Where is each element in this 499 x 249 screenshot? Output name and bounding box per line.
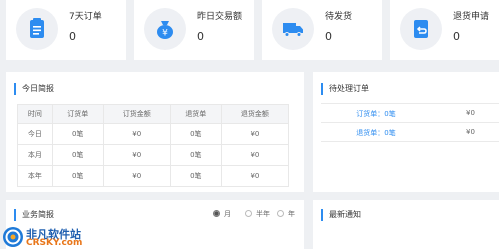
svg-text:¥: ¥ xyxy=(162,29,168,39)
table-cell: 本月 xyxy=(17,144,53,166)
table-cell: ¥0 xyxy=(220,123,290,145)
stat-label: 退货申请 xyxy=(453,12,490,22)
panel-title: 最新通知 xyxy=(321,209,361,221)
table-cell: 0笔 xyxy=(51,165,104,187)
table-row: 今日 0笔 ¥0 0笔 ¥0 xyxy=(17,123,290,145)
table-cell: 0笔 xyxy=(169,123,222,145)
pending-return-amount: ¥0 xyxy=(466,128,475,136)
radio-label: 月 xyxy=(224,210,231,218)
radio-unselected-icon xyxy=(245,210,252,217)
pending-order-link[interactable]: 订货单：0笔 xyxy=(321,109,431,119)
column-header: 订货金额 xyxy=(102,104,171,124)
radio-month[interactable]: 月 xyxy=(213,209,231,219)
stat-label: 7天订单 xyxy=(69,12,102,22)
crsky-logo-icon xyxy=(3,227,23,247)
table-cell: 0笔 xyxy=(51,123,104,145)
stat-value: 0 xyxy=(197,30,204,43)
table-row: 本年 0笔 ¥0 0笔 ¥0 xyxy=(17,165,290,187)
return-icon xyxy=(400,8,442,50)
radio-year[interactable]: 年 xyxy=(277,209,295,219)
stat-card-yesterday-sales[interactable]: ¥ 昨日交易额 0 xyxy=(134,0,254,60)
watermark-en: CRSKY.com xyxy=(26,238,83,248)
table-cell: 0笔 xyxy=(169,165,222,187)
stat-value: 0 xyxy=(69,30,76,43)
table-cell: 本年 xyxy=(17,165,53,187)
table-header-row: 时间 订货单 订货金额 退货单 退货金额 xyxy=(17,104,290,124)
table-row: 本月 0笔 ¥0 0笔 ¥0 xyxy=(17,144,290,166)
pending-row-returns[interactable]: 退货单：0笔 ¥0 xyxy=(321,122,499,142)
column-header: 退货单 xyxy=(169,104,222,124)
column-header: 订货单 xyxy=(51,104,104,124)
table-cell: ¥0 xyxy=(220,165,290,187)
stat-label: 昨日交易额 xyxy=(197,12,243,22)
pending-return-link[interactable]: 退货单：0笔 xyxy=(321,128,431,138)
stat-label: 待发货 xyxy=(325,12,353,22)
radio-label: 半年 xyxy=(256,210,270,218)
column-header: 时间 xyxy=(17,104,53,124)
stat-card-orders[interactable]: 7天订单 0 xyxy=(6,0,126,60)
today-report-table: 时间 订货单 订货金额 退货单 退货金额 今日 0笔 ¥0 0笔 ¥0 本月 0… xyxy=(17,104,290,187)
panel-title: 待处理订单 xyxy=(321,83,369,95)
table-cell: ¥0 xyxy=(220,144,290,166)
truck-icon xyxy=(272,8,314,50)
radio-label: 年 xyxy=(288,210,295,218)
table-cell: 今日 xyxy=(17,123,53,145)
radio-unselected-icon xyxy=(277,210,284,217)
table-cell: ¥0 xyxy=(102,123,171,145)
pending-order-amount: ¥0 xyxy=(466,109,475,117)
table-cell: 0笔 xyxy=(169,144,222,166)
latest-notices-panel: 最新通知 xyxy=(313,200,499,249)
radio-half-year[interactable]: 半年 xyxy=(245,209,270,219)
money-bag-icon: ¥ xyxy=(144,8,186,50)
table-cell: 0笔 xyxy=(51,144,104,166)
panel-title: 业务简报 xyxy=(14,209,54,221)
column-header: 退货金额 xyxy=(220,104,290,124)
stat-value: 0 xyxy=(453,30,460,43)
table-cell: ¥0 xyxy=(102,144,171,166)
stat-card-return-requests[interactable]: 退货申请 0 xyxy=(390,0,499,60)
table-cell: ¥0 xyxy=(102,165,171,187)
stat-value: 0 xyxy=(325,30,332,43)
stat-card-pending-shipment[interactable]: 待发货 0 xyxy=(262,0,382,60)
panel-title: 今日简报 xyxy=(14,83,54,95)
radio-selected-icon xyxy=(213,210,220,217)
pending-row-orders[interactable]: 订货单：0笔 ¥0 xyxy=(321,103,499,123)
clipboard-icon xyxy=(16,8,58,50)
